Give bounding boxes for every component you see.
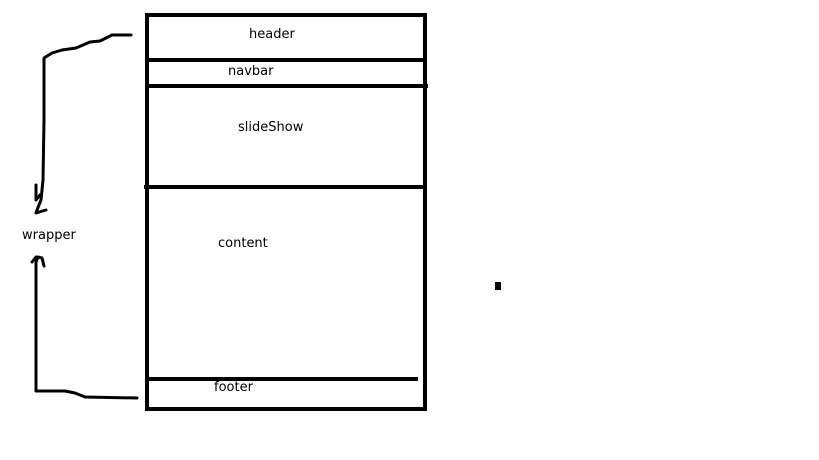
wrapper-label: wrapper [22,228,76,243]
footer-label: footer [214,380,253,395]
wrapper-box [145,13,427,411]
lower-arrow [30,255,139,400]
diagram-canvas [30,13,501,411]
stray-dot [495,282,501,290]
slideshow-label: slideShow [238,120,304,135]
navbar-label: navbar [228,64,274,79]
upper-arrow [34,33,133,215]
header-label: header [249,27,295,42]
content-label: content [218,236,268,251]
